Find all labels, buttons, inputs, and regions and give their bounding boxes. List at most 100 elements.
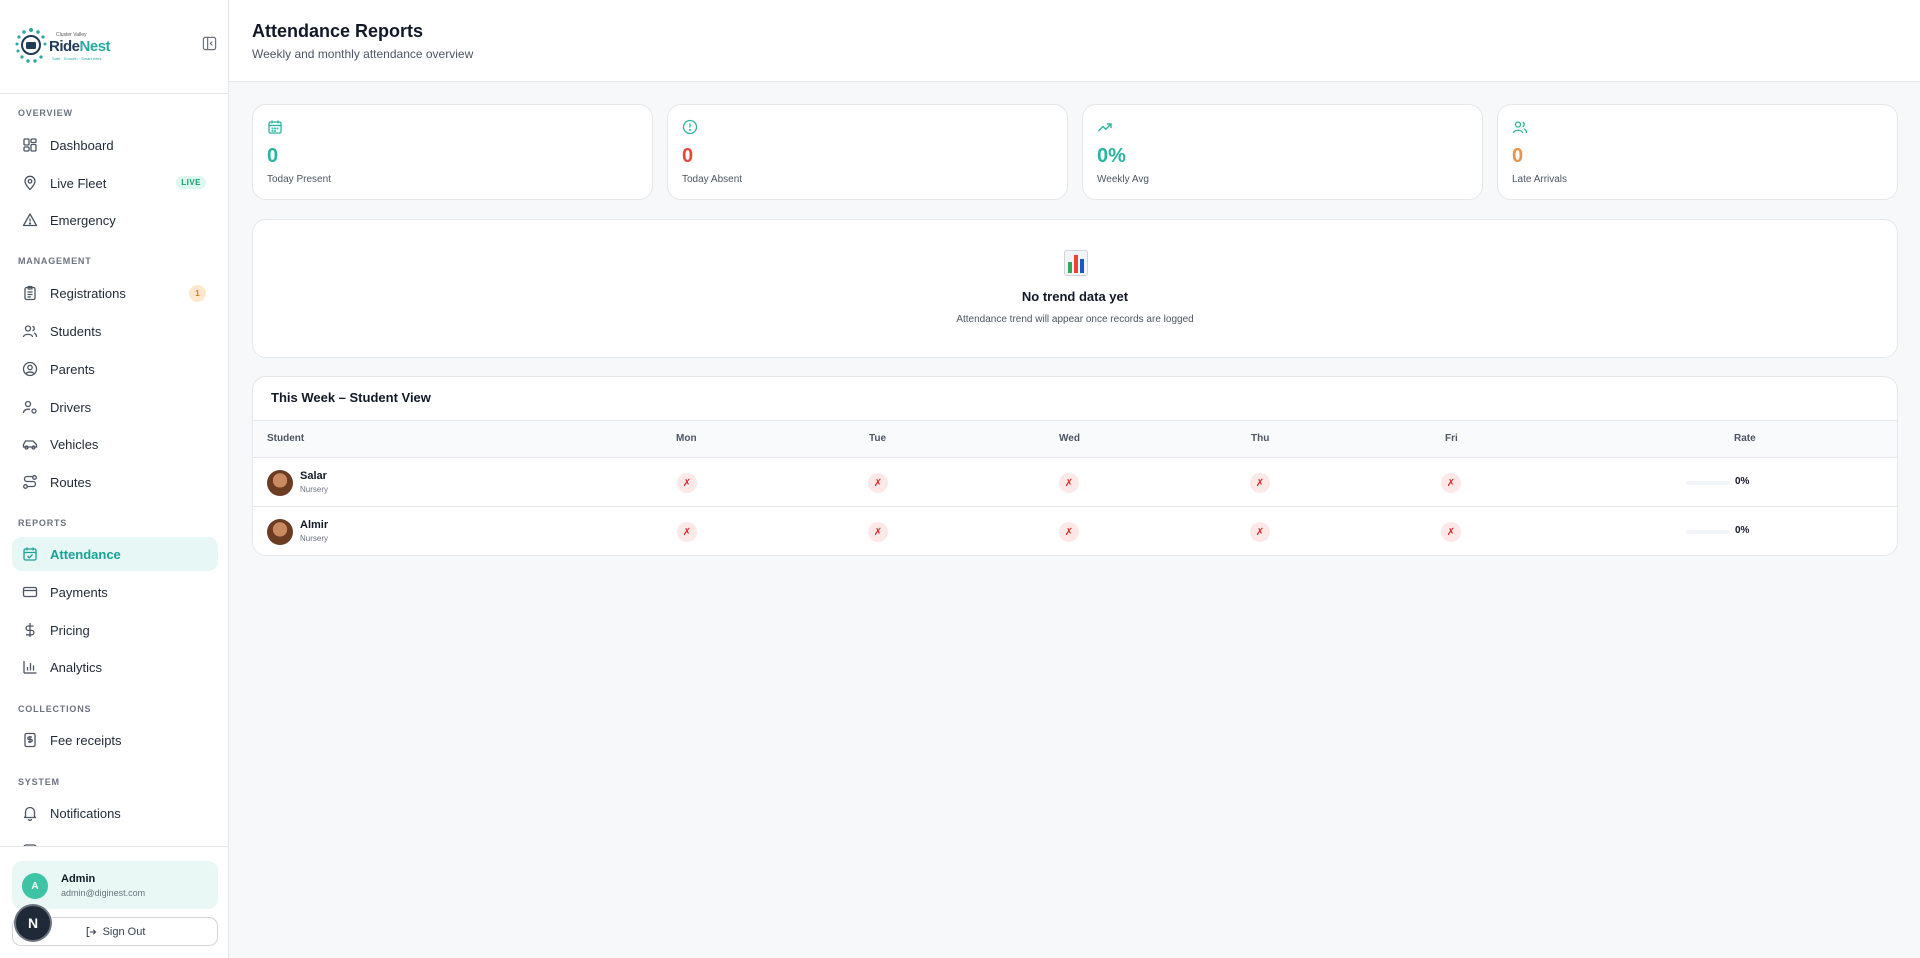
section-label-overview: OVERVIEW (18, 108, 73, 118)
sidebar-item-partial[interactable] (12, 834, 218, 846)
sidebar-item-payments[interactable]: Payments (12, 575, 218, 609)
bell-icon (22, 805, 38, 821)
stat-label: Today Absent (682, 174, 743, 185)
student-avatar (267, 470, 293, 496)
dev-tools-badge[interactable]: N (16, 906, 50, 940)
sidebar-item-attendance[interactable]: Attendance (12, 537, 218, 571)
alert-triangle-icon (22, 212, 38, 228)
stat-label: Weekly Avg (1097, 174, 1149, 185)
absent-mark-mon: ✗ (677, 473, 697, 493)
sidebar-item-vehicles[interactable]: Vehicles (12, 427, 218, 461)
absent-mark-wed: ✗ (1059, 522, 1079, 542)
credit-card-icon (22, 584, 38, 600)
stat-value: 0 (267, 145, 279, 167)
sidebar-item-routes[interactable]: Routes (12, 465, 218, 499)
sidebar-item-label: Pricing (50, 622, 90, 638)
car-icon (22, 436, 38, 452)
student-name: Salar (300, 470, 327, 482)
column-header-fri: Fri (1445, 433, 1458, 444)
absent-mark-thu: ✗ (1250, 473, 1270, 493)
sidebar-item-registrations[interactable]: Registrations 1 (12, 276, 218, 310)
sidebar-item-label: Live Fleet (50, 175, 107, 191)
sidebar-item-label: Vehicles (50, 436, 99, 452)
table-row[interactable]: Almir Nursery ✗ ✗ ✗ ✗ ✗ 0% (253, 507, 1897, 555)
user-name: Admin (61, 873, 96, 885)
sidebar-item-label: Notifications (50, 805, 121, 821)
column-header-student: Student (267, 433, 305, 444)
trending-up-icon (1098, 123, 1112, 132)
sidebar-item-notifications[interactable]: Notifications (12, 796, 218, 830)
stat-value: 0 (1512, 145, 1524, 167)
brand-name: RideNest (49, 38, 111, 55)
sidebar-item-label: Students (50, 323, 102, 339)
sidebar-item-live-fleet[interactable]: Live Fleet LIVE (12, 166, 218, 200)
sidebar-item-emergency[interactable]: Emergency (12, 203, 218, 237)
bar-chart-emoji-icon (1064, 250, 1088, 276)
brand-name-part2: Nest (79, 38, 111, 55)
column-header-tue: Tue (869, 433, 887, 444)
section-label-reports: REPORTS (18, 518, 68, 528)
sidebar-item-label: Attendance (50, 546, 121, 562)
calendar-icon (268, 120, 282, 134)
user-card[interactable]: A Admin admin@diginest.com (12, 861, 218, 909)
bar-chart-icon (22, 659, 38, 675)
sidebar-item-analytics[interactable]: Analytics (12, 650, 218, 684)
users-icon (22, 323, 38, 339)
absent-mark-fri: ✗ (1441, 473, 1461, 493)
absent-mark-fri: ✗ (1441, 522, 1461, 542)
brand-name-part1: Ride (49, 38, 80, 55)
sidebar-item-label: Drivers (50, 399, 92, 415)
stat-label: Today Present (267, 174, 331, 185)
logo-mark-icon (15, 28, 47, 63)
sidebar-item-dashboard[interactable]: Dashboard (12, 128, 218, 162)
brand-tagline: Safe · Smooth · Smart rides (52, 56, 102, 61)
sidebar-item-pricing[interactable]: Pricing (12, 613, 218, 647)
sidebar-item-drivers[interactable]: Drivers (12, 390, 218, 424)
student-name: Almir (300, 519, 329, 531)
main-content: Attendance Reports Weekly and monthly at… (229, 0, 1920, 958)
sidebar-item-students[interactable]: Students (12, 314, 218, 348)
section-label-system: SYSTEM (18, 777, 60, 787)
sidebar-footer: A Admin admin@diginest.com Sign Out (0, 846, 228, 958)
absent-mark-tue: ✗ (868, 522, 888, 542)
sidebar-header: Cluster Valley RideNest Safe · Smooth · … (0, 0, 228, 94)
layout-grid-icon (22, 137, 38, 153)
user-email: admin@diginest.com (61, 888, 146, 898)
table-row[interactable]: Salar Nursery ✗ ✗ ✗ ✗ ✗ 0% (253, 458, 1897, 507)
sidebar-item-label: Routes (50, 474, 92, 490)
stat-card-today-present: 0 Today Present (252, 104, 653, 200)
registrations-count-badge: 1 (189, 285, 206, 302)
attendance-rate-value: 0% (1735, 525, 1750, 536)
student-avatar (267, 519, 293, 545)
user-circle-icon (22, 361, 38, 377)
stat-label: Late Arrivals (1512, 174, 1568, 185)
sidebar-item-label: Registrations (50, 285, 126, 301)
sidebar-item-label: Parents (50, 361, 95, 377)
stat-card-late-arrivals: 0 Late Arrivals (1497, 104, 1898, 200)
dollar-sign-icon (22, 622, 38, 638)
live-badge: LIVE (176, 176, 206, 189)
absent-mark-tue: ✗ (868, 473, 888, 493)
sidebar-collapse-icon[interactable] (202, 36, 217, 51)
sidebar-nav: OVERVIEW Dashboard Live Fleet LIVE Emerg… (0, 94, 228, 846)
section-label-management: MANAGEMENT (18, 256, 92, 266)
brand-logo[interactable]: Cluster Valley RideNest Safe · Smooth · … (14, 26, 111, 66)
attendance-rate-bar (1686, 481, 1730, 485)
column-header-mon: Mon (676, 433, 697, 444)
stat-card-weekly-avg: 0% Weekly Avg (1082, 104, 1483, 200)
sidebar-item-parents[interactable]: Parents (12, 352, 218, 386)
absent-mark-wed: ✗ (1059, 473, 1079, 493)
sidebar: Cluster Valley RideNest Safe · Smooth · … (0, 0, 229, 958)
absent-mark-mon: ✗ (677, 522, 697, 542)
sign-out-label: Sign Out (102, 925, 146, 938)
stat-value: 0% (1097, 145, 1126, 167)
sidebar-item-label: Fee receipts (50, 732, 122, 748)
route-icon (22, 474, 38, 490)
sidebar-item-fee-receipts[interactable]: Fee receipts (12, 723, 218, 757)
student-class: Nursery (300, 485, 329, 494)
section-label-collections: COLLECTIONS (18, 704, 92, 714)
student-class: Nursery (300, 534, 329, 543)
trend-empty-subtitle: Attendance trend will appear once record… (956, 314, 1194, 325)
column-header-thu: Thu (1251, 433, 1270, 444)
sidebar-item-label: Analytics (50, 659, 103, 675)
